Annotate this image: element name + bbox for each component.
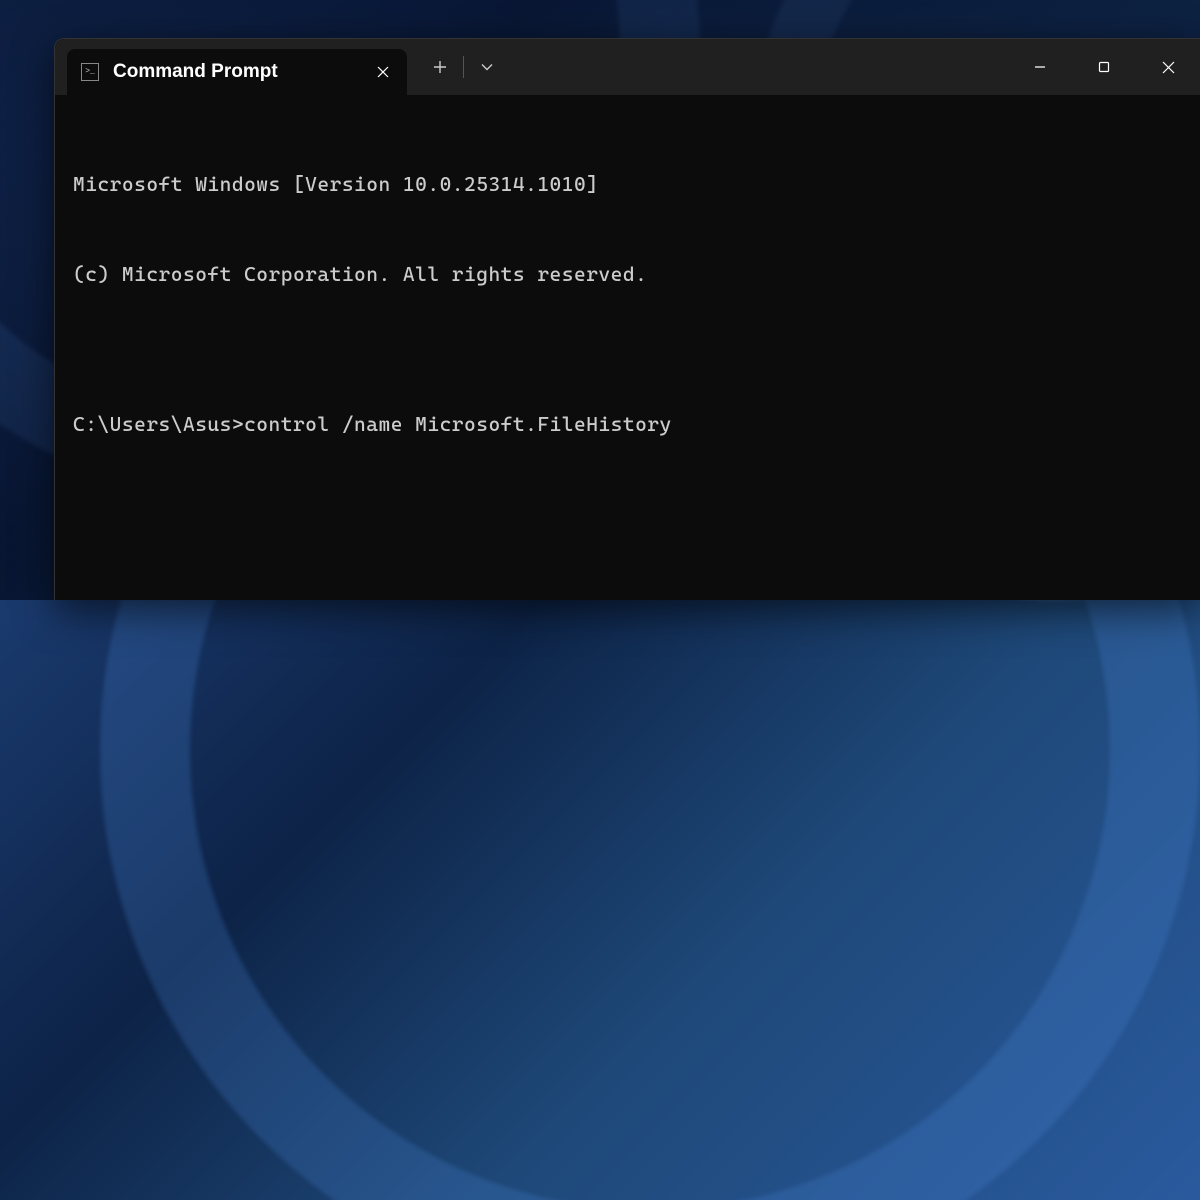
window-controls <box>1008 39 1200 95</box>
minimize-icon <box>1034 61 1046 73</box>
tab-close-button[interactable] <box>369 58 397 86</box>
new-tab-button[interactable] <box>421 49 459 85</box>
titlebar[interactable]: Command Prompt <box>55 39 1200 95</box>
terminal-prompt: C:\Users\Asus> <box>73 412 244 436</box>
terminal-command-line: C:\Users\Asus>control /name Microsoft.Fi… <box>73 409 1182 439</box>
terminal-command: control /name Microsoft.FileHistory <box>244 412 672 436</box>
terminal-window: Command Prompt <box>54 38 1200 600</box>
minimize-button[interactable] <box>1008 39 1072 95</box>
window-close-button[interactable] <box>1136 39 1200 95</box>
tab-dropdown-button[interactable] <box>468 49 506 85</box>
tab-actions <box>407 39 506 95</box>
terminal-output-line: Microsoft Windows [Version 10.0.25314.10… <box>73 169 1182 199</box>
terminal-output-line: (c) Microsoft Corporation. All rights re… <box>73 259 1182 289</box>
chevron-down-icon <box>481 63 493 71</box>
tab-divider <box>463 56 464 78</box>
maximize-icon <box>1098 61 1110 73</box>
tab-command-prompt[interactable]: Command Prompt <box>67 49 407 95</box>
close-icon <box>1162 61 1175 74</box>
terminal-body[interactable]: Microsoft Windows [Version 10.0.25314.10… <box>55 95 1200 600</box>
maximize-button[interactable] <box>1072 39 1136 95</box>
tab-title: Command Prompt <box>113 61 369 83</box>
titlebar-drag-area[interactable] <box>506 39 1008 95</box>
cmd-icon <box>81 63 99 81</box>
close-icon <box>377 66 389 78</box>
plus-icon <box>433 60 447 74</box>
